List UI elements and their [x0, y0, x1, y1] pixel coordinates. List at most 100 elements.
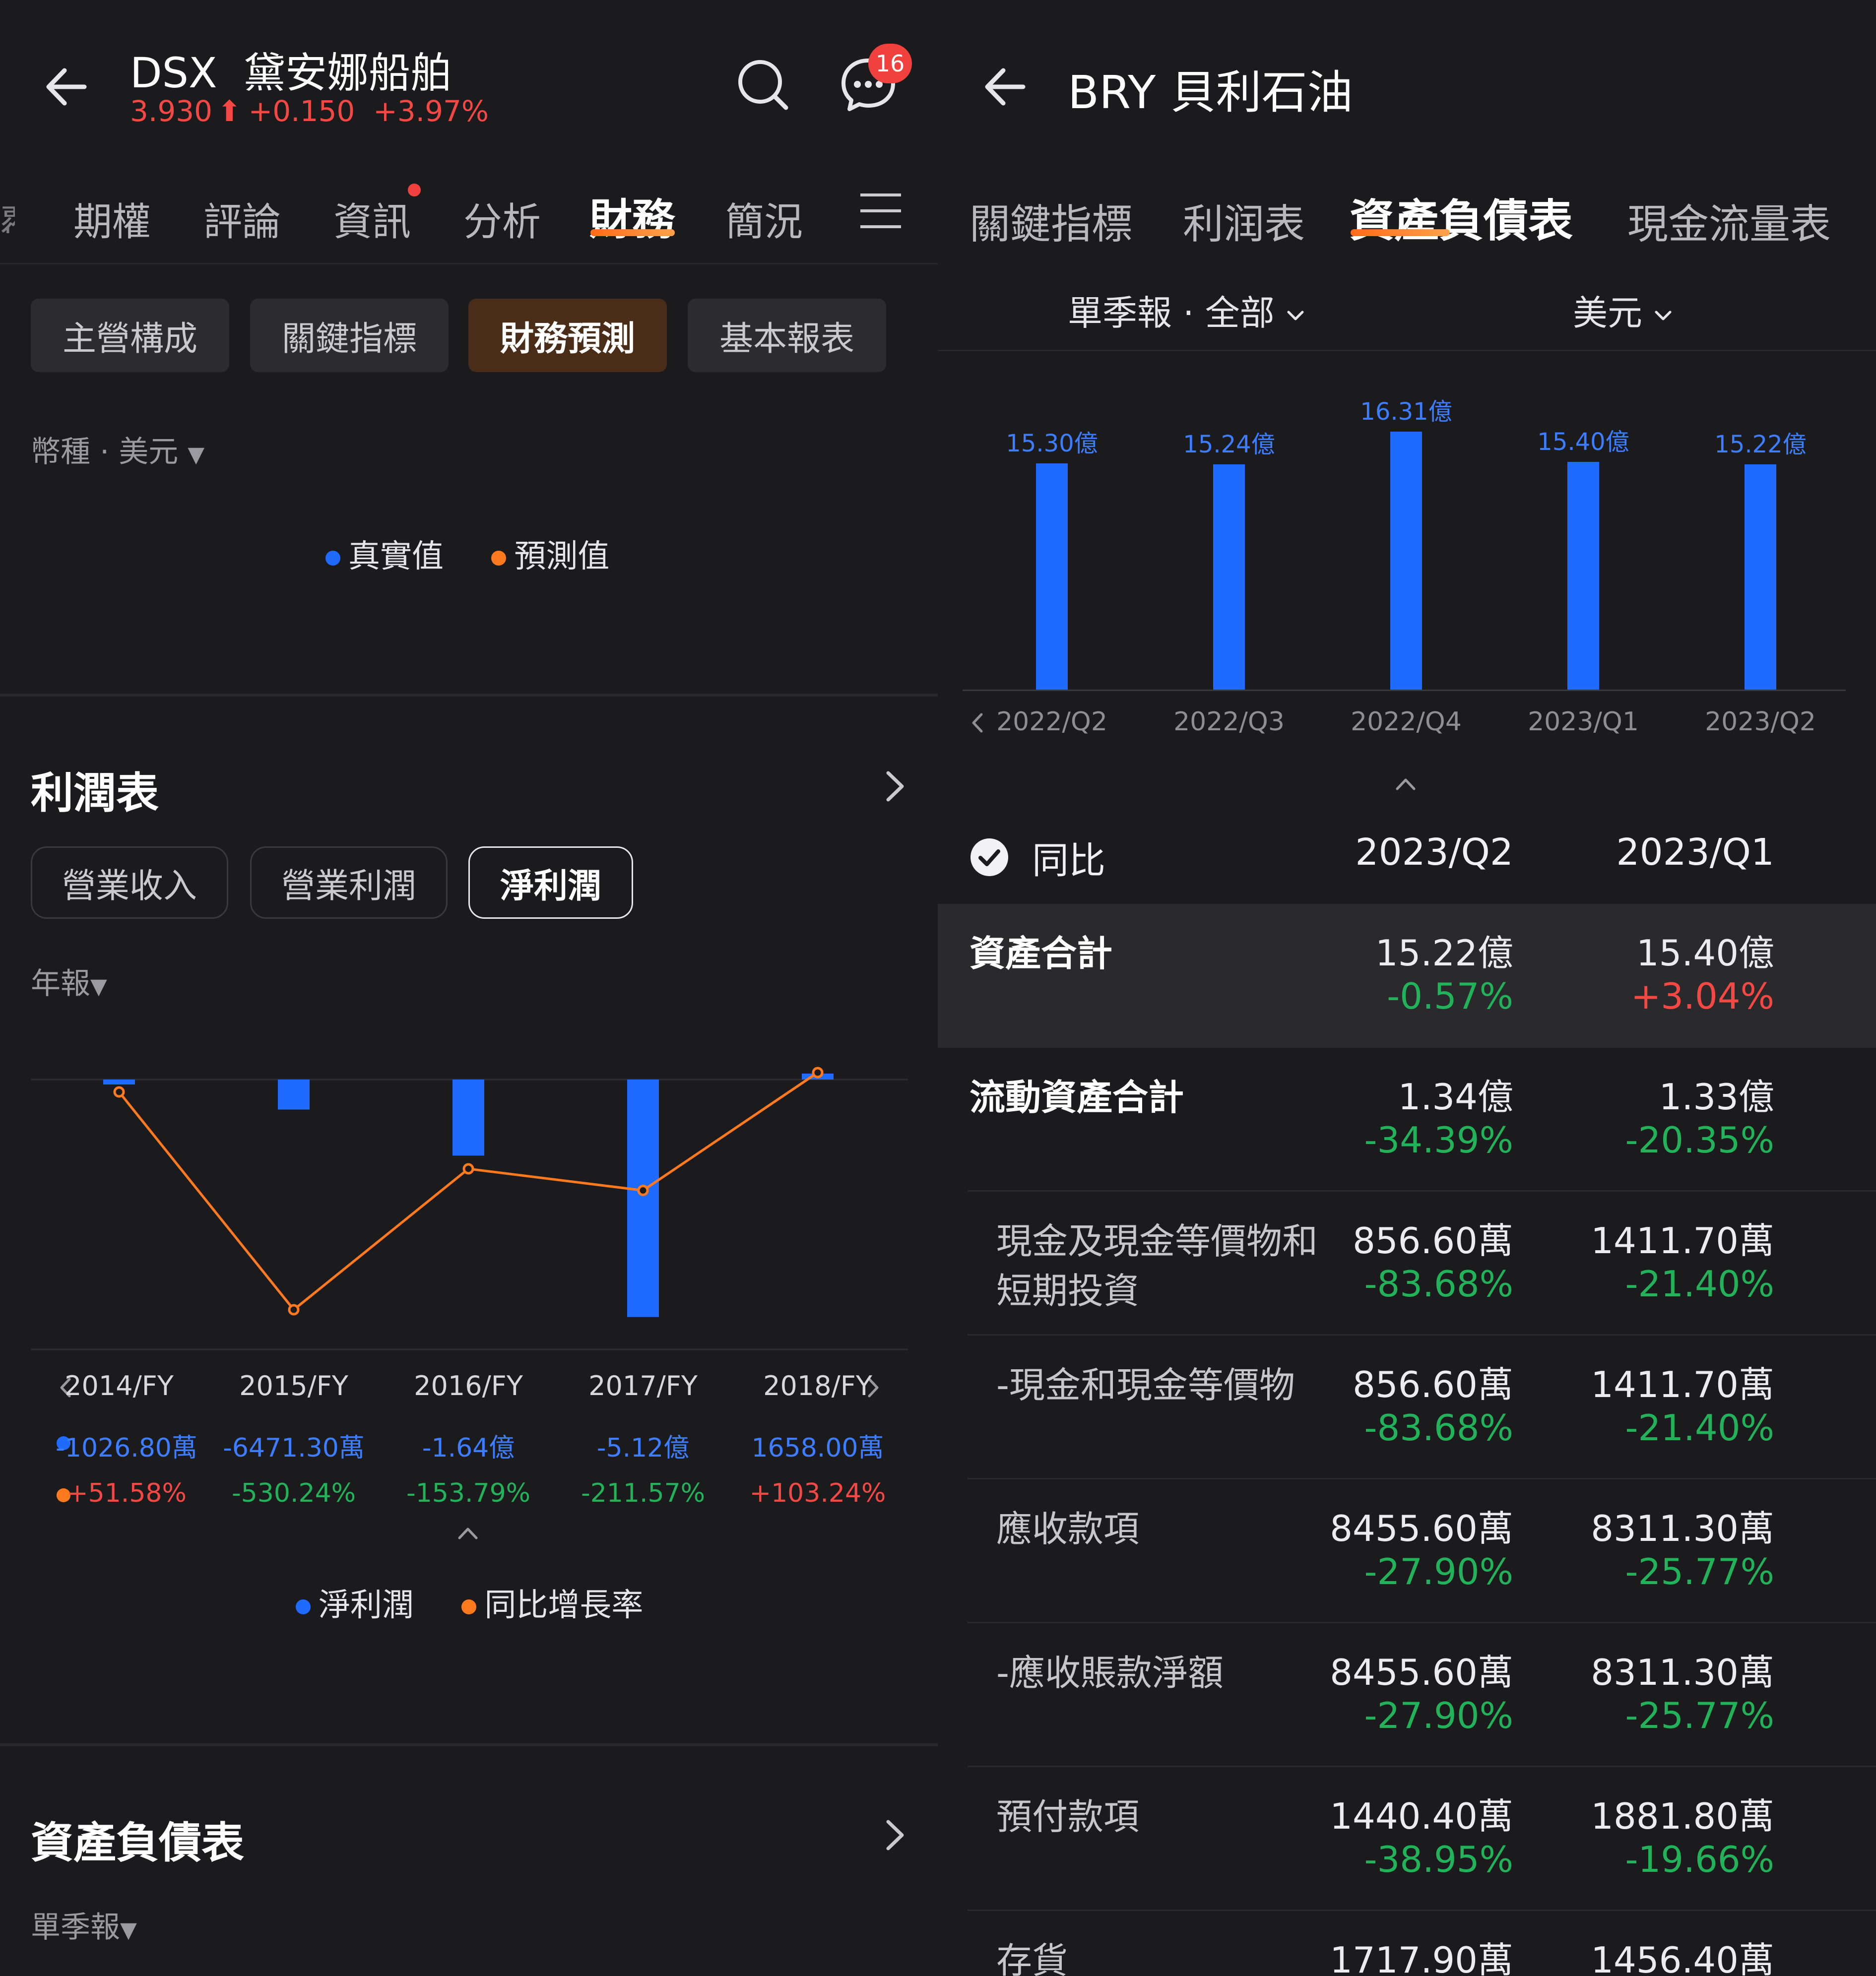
pill-operating-profit[interactable]: 營業利潤 [250, 846, 448, 919]
balance-row[interactable]: 應收款項 8455.60萬 8311.30萬 -27.90% -25.77% [938, 1479, 1876, 1623]
value-q1: 8311.30萬 [1591, 1652, 1774, 1693]
legend-dot-actual [325, 551, 340, 566]
yoy-q1: -19.66% [1625, 1839, 1774, 1880]
pill-key-indicators[interactable]: 關鍵指標 [250, 299, 449, 372]
yoy-q1: -25.77% [1625, 1695, 1774, 1736]
value-q2: 856.60萬 [1353, 1364, 1513, 1405]
tab-key-indicators[interactable]: 關鍵指標 [970, 191, 1132, 250]
checkbox-checked-icon[interactable] [970, 837, 1009, 877]
notification-badge: 16 [868, 44, 912, 83]
chevron-right-icon[interactable] [883, 1818, 908, 1852]
row-label: -應收賬款淨額 [996, 1652, 1224, 1694]
menu-icon[interactable] [858, 191, 903, 231]
chart-baseline [963, 690, 1846, 691]
period-select[interactable]: 單季報 · 全部 [1068, 285, 1305, 335]
year-label: 2018/FY [763, 1370, 872, 1402]
back-arrow-icon[interactable] [978, 60, 1033, 114]
legend-forecast: 預測值 [514, 538, 610, 575]
value-q2: 1717.90萬 [1330, 1939, 1513, 1976]
net-profit-bar [453, 1080, 484, 1156]
period-label: 年報 [31, 966, 90, 1001]
yoy-q2: -38.95% [1364, 1839, 1513, 1880]
yoy-q2: -83.68% [1364, 1263, 1513, 1305]
caret-down-icon: ▼ [120, 1917, 137, 1943]
year-label: 2016/FY [414, 1370, 523, 1402]
stock-name: 貝利石油 [1170, 66, 1353, 119]
tab-cash-flow[interactable]: 現金流量表 [1627, 191, 1831, 250]
yoy-q2: -27.90% [1364, 1695, 1513, 1736]
chevron-up-icon[interactable] [455, 1523, 480, 1543]
yoy-q2: -27.90% [1364, 1551, 1513, 1593]
year-label: 2017/FY [588, 1370, 698, 1402]
caret-down-icon: ▼ [90, 974, 107, 999]
pill-forecast[interactable]: 財務預測 [468, 299, 667, 372]
bar-value-label: 15.30億 [1006, 429, 1098, 457]
balance-row[interactable]: 存貨 1717.90萬 1456.40萬 [938, 1911, 1876, 1976]
tab-income[interactable]: 利润表 [1183, 191, 1305, 250]
chevron-right-icon[interactable] [883, 769, 908, 804]
yoy-point [288, 1304, 300, 1316]
chevron-up-icon[interactable] [1393, 774, 1418, 794]
tab-balance-sheet[interactable]: 資產負債表 [1350, 185, 1573, 249]
total-assets-bar[interactable] [1745, 464, 1776, 690]
price-change-pct: +3.97% [373, 94, 489, 128]
balance-row[interactable]: 資產合計 15.22億 15.40億 -0.57% +3.04% [938, 904, 1876, 1048]
tab-finance[interactable]: 財務 [589, 185, 675, 247]
balance-row[interactable]: 預付款項 1440.40萬 1881.80萬 -38.95% -19.66% [938, 1767, 1876, 1911]
net-profit-value: -6471.30萬 [223, 1433, 365, 1463]
legend-dot-net [296, 1599, 311, 1615]
back-arrow-icon[interactable] [40, 60, 94, 114]
price-change: +0.150 [248, 94, 355, 128]
total-assets-bar[interactable] [1390, 432, 1422, 690]
tab-profile[interactable]: 簡況 [725, 191, 803, 247]
net-profit-bar [627, 1080, 659, 1317]
pill-basic-statements[interactable]: 基本報表 [688, 299, 886, 372]
balance-row[interactable]: 現金及現金等價物和 短期投資 856.60萬 1411.70萬 -83.68% -21.4… [938, 1192, 1876, 1336]
row-label: 存貨 [996, 1940, 1068, 1976]
year-label: 2014/FY [65, 1370, 174, 1402]
value-q1: 15.40億 [1636, 932, 1774, 974]
row-name: 預付款項 [996, 1792, 1139, 1842]
search-icon[interactable] [734, 55, 794, 114]
bar-value-label: 15.24億 [1183, 430, 1275, 458]
pill-main-business[interactable]: 主營構成 [31, 299, 229, 372]
pill-revenue[interactable]: 營業收入 [31, 846, 228, 919]
yoy-value: -153.79% [406, 1478, 531, 1508]
net-profit-value: -5.12億 [596, 1433, 690, 1463]
legend-net: 淨利潤 [319, 1587, 414, 1624]
yoy-toggle-label[interactable]: 同比 [1032, 831, 1105, 884]
pill-net-profit[interactable]: 淨利潤 [468, 846, 633, 919]
net-profit-value: -1.64億 [422, 1433, 515, 1463]
yoy-point [113, 1086, 125, 1098]
bar-value-label: 15.40億 [1537, 428, 1629, 456]
tab-options[interactable]: 期權 [73, 191, 151, 247]
total-assets-bar[interactable] [1036, 463, 1068, 690]
quarter-label: 2022/Q4 [1351, 707, 1462, 737]
tab-analysis[interactable]: 分析 [463, 191, 541, 247]
ticker: DSX [130, 49, 217, 97]
row-label: -現金和現金等價物 [996, 1364, 1295, 1406]
tab-comments[interactable]: 評論 [203, 191, 281, 247]
balance-row[interactable]: 流動資產合計 1.34億 1.33億 -34.39% -20.35% [938, 1048, 1876, 1192]
quarter-label: 2022/Q3 [1173, 707, 1285, 737]
ticker: BRY [1068, 66, 1156, 119]
yoy-value: -211.57% [581, 1478, 706, 1508]
total-assets-bar[interactable] [1213, 464, 1245, 690]
balance-row[interactable]: -現金和現金等價物 856.60萬 1411.70萬 -83.68% -21.40% [938, 1336, 1876, 1479]
tab-news[interactable]: 資訊 [333, 191, 411, 247]
bar-value-label: 16.31億 [1360, 398, 1452, 426]
value-q2: 8455.60萬 [1330, 1652, 1513, 1693]
news-dot [408, 184, 421, 196]
total-assets-bar[interactable] [1567, 461, 1599, 690]
currency-select[interactable]: 幣種 · 美元 ▼ [31, 428, 204, 471]
value-q1: 8311.30萬 [1591, 1508, 1774, 1549]
balance-row[interactable]: -應收賬款淨額 8455.60萬 8311.30萬 -27.90% -25.77% [938, 1623, 1876, 1767]
balance-period-select[interactable]: 單季報▼ [31, 1903, 137, 1946]
tab-partial[interactable]: 覆 [0, 193, 15, 233]
col-header-q2: 2023/Q2 [1355, 831, 1513, 874]
period-select[interactable]: 年報▼ [31, 959, 107, 1003]
legend-dot-yoy [461, 1599, 477, 1615]
row-label: 流動資產合計 [970, 1077, 1184, 1118]
chevron-down-icon [1655, 311, 1672, 320]
currency-select[interactable]: 美元 [1573, 285, 1673, 335]
